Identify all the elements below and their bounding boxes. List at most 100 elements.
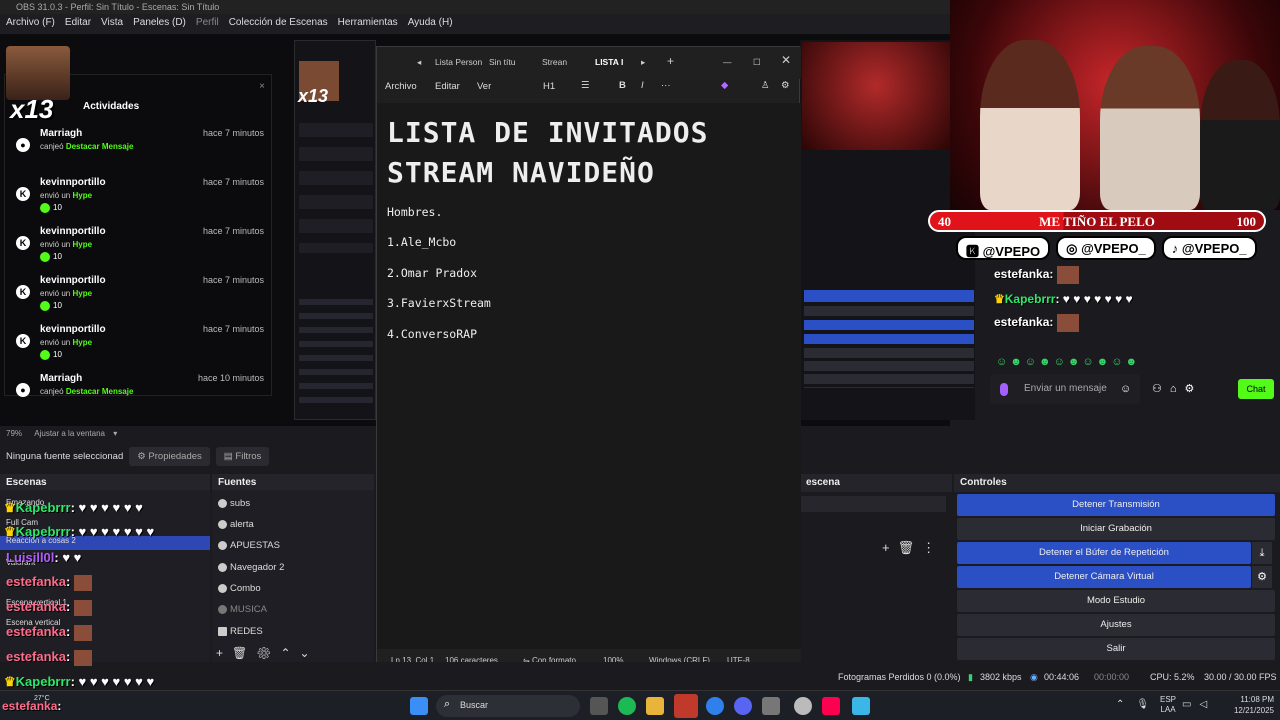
save-replay-icon[interactable]: ⤓ (1252, 542, 1272, 564)
chevron-down-icon[interactable]: ▾ (113, 429, 117, 438)
notepad-menu: Archivo Editar Ver H1 ☰ B I ··· ◆ ♙ ⚙ (377, 79, 801, 103)
chevron-left-icon[interactable]: ◂ (417, 57, 421, 68)
zoom-bar: 79% Ajustar a la ventana ▾ (0, 426, 374, 442)
studio-mode-button[interactable]: Modo Estudio (957, 590, 1275, 612)
tab[interactable]: Lista Person (435, 57, 482, 67)
stream-time: 00:44:06 (1044, 672, 1080, 682)
goal-target: 100 (1236, 214, 1257, 229)
properties-button[interactable]: ⚙ Propiedades (129, 446, 210, 466)
settings-icon[interactable] (794, 697, 812, 715)
tiktok-icon[interactable] (822, 697, 840, 715)
browser-icon[interactable] (706, 697, 724, 715)
close-icon[interactable]: ✕ (781, 53, 791, 67)
document-line: 3.FavierxStream (387, 296, 491, 310)
menu-coleccion[interactable]: Colección de Escenas (229, 17, 328, 31)
stop-stream-button[interactable]: Detener Transmisión (957, 494, 1275, 516)
document-line: 2.Omar Pradox (387, 266, 478, 280)
discord-icon[interactable] (734, 697, 752, 715)
tray-status-icons[interactable]: ▭◁ (1182, 699, 1215, 710)
weather[interactable]: 27°C (34, 695, 50, 702)
transition-icons[interactable]: +🗑⋮ (882, 540, 943, 556)
maximize-icon[interactable]: ☐ (753, 57, 761, 68)
taskbar-search[interactable]: Buscar (436, 695, 580, 717)
activity-time: hace 10 minutos (197, 373, 264, 383)
copilot-icon[interactable]: ◆ (721, 80, 728, 91)
chevron-right-icon[interactable]: ▸ (641, 57, 645, 68)
exit-button[interactable]: Salir (957, 638, 1275, 660)
more-icon[interactable]: ··· (661, 80, 671, 91)
mixer-header: escena (800, 474, 952, 492)
emoji-icon[interactable]: ☺ (1120, 383, 1131, 395)
tab-active[interactable]: LISTA I (595, 57, 623, 67)
tray-icons[interactable]: ⌃🎙 (1116, 699, 1161, 710)
new-tab-icon[interactable]: + (667, 54, 674, 68)
kick-icon: K (16, 334, 30, 348)
source-item[interactable]: REDES (218, 626, 263, 637)
windows-start-icon[interactable] (410, 697, 428, 715)
emote-row[interactable]: ☺☻☺☻☺☻☺☻☺☻ (996, 356, 1140, 368)
account-icon[interactable]: ♙ (761, 80, 770, 91)
language-indicator[interactable]: ESP LAA (1160, 695, 1176, 715)
menu-perfil[interactable]: Perfil (196, 17, 219, 31)
notepad-content[interactable]: LISTA DE INVITADOS STREAM NAVIDEÑO Hombr… (377, 103, 801, 649)
heading-select[interactable]: H1 (543, 81, 555, 92)
chat-send-button[interactable]: Chat (1238, 379, 1274, 399)
mic-icon[interactable] (1000, 383, 1008, 396)
stop-virtual-camera-button[interactable]: Detener Cámara Virtual (957, 566, 1251, 588)
menu-vista[interactable]: Vista (101, 17, 123, 31)
tab[interactable]: Strean (542, 57, 567, 67)
user-icon: ● (16, 383, 30, 397)
source-item[interactable]: MUSICA (218, 604, 267, 615)
overlay-chat-line: Luisill0l: ♥ ♥ (6, 550, 82, 565)
zoom-mode[interactable]: Ajustar a la ventana (34, 429, 105, 438)
menu-paneles[interactable]: Paneles (D) (133, 17, 186, 31)
gear-icon[interactable]: ⚙ (781, 80, 790, 91)
obs-icon[interactable] (762, 697, 780, 715)
clock[interactable]: 11:08 PM 12/21/2025 (1226, 694, 1274, 716)
menu-editar[interactable]: Editar (65, 17, 91, 31)
tab[interactable]: Sin títu (489, 57, 515, 67)
zoom-level[interactable]: 79% (6, 429, 22, 438)
menu-ver[interactable]: Ver (477, 81, 491, 92)
menu-ayuda[interactable]: Ayuda (H) (408, 17, 453, 31)
activity-desc: canjeó Destacar Mensaje (40, 142, 134, 151)
menu-herramientas[interactable]: Herramientas (338, 17, 398, 31)
gear-icon[interactable]: ⚙ (1252, 566, 1272, 588)
fps: 30.00 / 30.00 FPS (1204, 672, 1277, 682)
stream-icon: ◉ (1030, 672, 1038, 682)
menu-editar[interactable]: Editar (435, 81, 460, 92)
settings-button[interactable]: Ajustes (957, 614, 1275, 636)
source-item[interactable]: Combo (218, 583, 261, 594)
chat-input[interactable]: Enviar un mensaje (990, 374, 1140, 404)
menu-archivo[interactable]: Archivo (F) (6, 17, 55, 31)
menu-archivo[interactable]: Archivo (385, 81, 417, 92)
transition-select[interactable] (800, 496, 946, 512)
spotify-icon[interactable] (618, 697, 636, 715)
start-recording-button[interactable]: Iniciar Grabación (957, 518, 1275, 540)
source-item[interactable]: subs (218, 498, 250, 509)
bold-icon[interactable]: B (619, 80, 626, 91)
kick-handle: 🅺 @VPEPO (956, 236, 1051, 260)
stop-replay-buffer-button[interactable]: Detener el Búfer de Repetición (957, 542, 1251, 564)
source-item[interactable]: Navegador 2 (218, 562, 284, 573)
source-item[interactable]: APUESTAS (218, 540, 280, 551)
list-icon[interactable]: ☰ (581, 80, 590, 91)
chat-tool-icons[interactable]: ⚇⌂⚙ (1152, 382, 1202, 395)
notepad-icon[interactable] (852, 697, 870, 715)
bitrate: 3802 kbps (980, 672, 1022, 682)
activity-item: Kkevinnportillo hace 7 minutos envió un Hy… (12, 324, 264, 370)
activity-item: Kkevinnportillo hace 7 minutos envió un Hy… (12, 275, 264, 321)
file-explorer-icon[interactable] (646, 697, 664, 715)
filters-button[interactable]: ▤ Filtros (215, 446, 270, 466)
activity-amount: 10 (40, 350, 62, 360)
source-item[interactable]: alerta (218, 519, 254, 530)
task-view-icon[interactable] (590, 697, 608, 715)
close-icon[interactable]: × (259, 81, 265, 92)
source-toolbar-icons[interactable]: +🗑⚙⌃⌄ (216, 646, 319, 660)
activity-desc: envió un Hype (40, 191, 93, 200)
minimize-icon[interactable]: — (723, 57, 732, 67)
notepad-window: ◂ Lista Person Sin títu Strean LISTA I ▸… (376, 46, 801, 671)
italic-icon[interactable]: I (641, 80, 644, 91)
sources-list[interactable]: subs alerta APUESTAS Navegador 2 Combo M… (212, 490, 374, 662)
app-icon[interactable] (674, 694, 698, 718)
